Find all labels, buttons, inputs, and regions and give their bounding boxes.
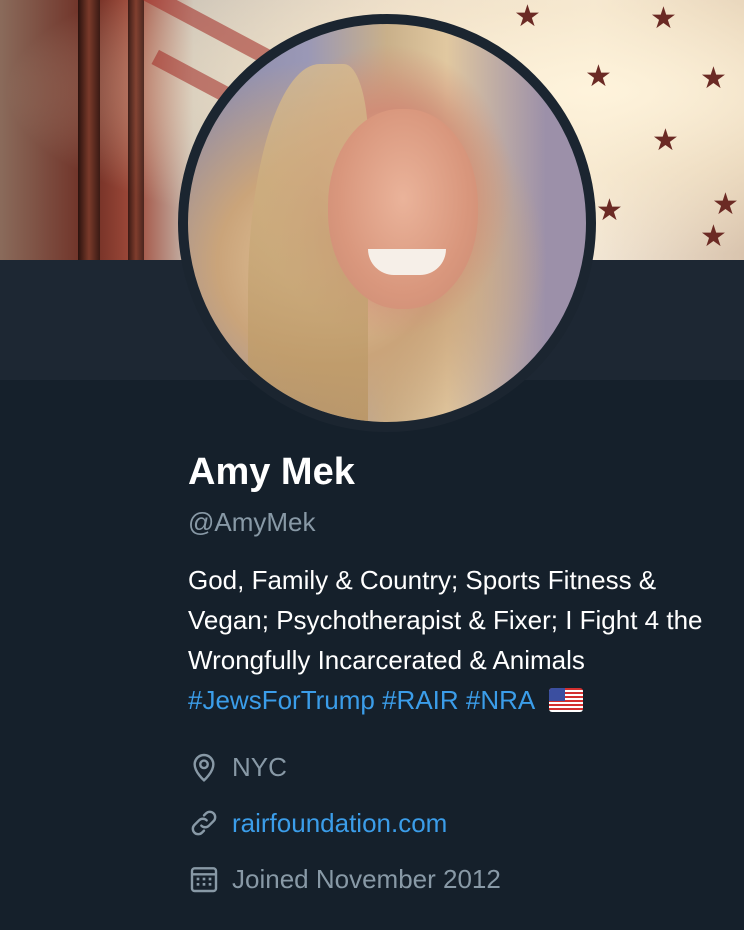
banner-star: ★ <box>700 220 727 253</box>
avatar-face <box>328 109 478 309</box>
profile-avatar[interactable] <box>178 14 596 432</box>
hashtag-link[interactable]: #NRA <box>466 685 534 715</box>
hashtag-link[interactable]: #JewsForTrump <box>188 685 375 715</box>
profile-bio: God, Family & Country; Sports Fitness & … <box>188 560 728 720</box>
banner-star: ★ <box>652 124 679 157</box>
banner-star: ★ <box>700 62 727 95</box>
website-link[interactable]: rairfoundation.com <box>232 808 447 839</box>
profile-meta: NYC rairfoundation.com Joined November 2… <box>188 748 728 898</box>
profile-handle: @AmyMek <box>188 507 316 537</box>
profile-joined: Joined November 2012 <box>188 860 728 898</box>
us-flag-emoji <box>549 688 584 712</box>
profile-website[interactable]: rairfoundation.com <box>188 804 728 842</box>
hashtag-link[interactable]: #RAIR <box>382 685 459 715</box>
banner-star: ★ <box>712 188 739 221</box>
profile-info: Amy Mek @AmyMek God, Family & Country; S… <box>188 450 728 916</box>
banner-star: ★ <box>514 0 541 33</box>
location-pin-icon <box>193 753 215 782</box>
location-text: NYC <box>232 751 287 782</box>
calendar-icon <box>190 867 218 893</box>
profile-location: NYC <box>188 748 728 786</box>
bio-text: God, Family & Country; Sports Fitness & … <box>188 565 703 675</box>
banner-flagpole <box>78 0 100 260</box>
profile-name: Amy Mek <box>188 451 355 493</box>
banner-star: ★ <box>650 2 677 35</box>
joined-text: Joined November 2012 <box>232 863 501 894</box>
link-icon <box>191 810 217 836</box>
banner-star: ★ <box>585 60 612 93</box>
banner-star: ★ <box>596 194 623 227</box>
banner-flagpole <box>128 0 144 260</box>
